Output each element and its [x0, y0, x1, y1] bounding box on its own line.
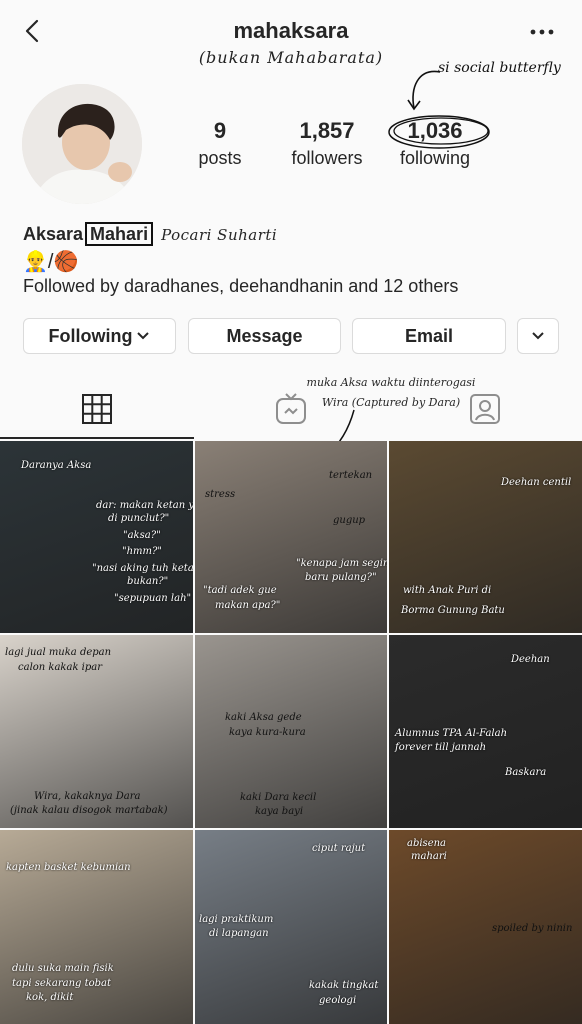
- post-caption: Baskara: [505, 767, 547, 778]
- post-thumbnail[interactable]: abisena mahari spoiled by ninin: [389, 830, 582, 1024]
- post-caption: kaki Dara kecil: [240, 792, 317, 803]
- post-caption: stress: [205, 489, 236, 500]
- post-caption: calon kakak ipar: [18, 662, 103, 673]
- bio-emoji-line: 👷‍♂️/🏀: [23, 251, 79, 273]
- grid-tab-icon[interactable]: [80, 392, 114, 426]
- post-caption: lagi jual muka depan: [5, 647, 112, 658]
- chevron-down-icon: [532, 332, 544, 340]
- post-thumbnail[interactable]: Daranya Aksa dar: makan ketan yuk di pun…: [0, 441, 193, 633]
- post-caption: tapi sekarang tobat: [12, 978, 112, 989]
- name-extra: Pocari Suharti: [161, 226, 278, 244]
- suggested-accounts-button[interactable]: [517, 318, 559, 354]
- post-caption: Wira, kakaknya Dara: [34, 791, 141, 802]
- post-caption: with Anak Puri di: [403, 585, 492, 596]
- profile-full-name: Aksara Mahari Pocari Suharti: [23, 222, 278, 246]
- post-caption: di punclut?": [108, 513, 170, 524]
- post-caption: baru pulang?": [305, 572, 377, 583]
- post-caption: di lapangan: [209, 928, 269, 939]
- tab-note-line1: muka Aksa waktu diinterogasi: [306, 376, 476, 389]
- followed-by-text[interactable]: Followed by daradhanes, deehandhanin and…: [23, 276, 458, 297]
- post-caption: (jinak kalau disogok martabak): [10, 805, 168, 816]
- post-caption: kakak tingkat: [309, 980, 379, 991]
- post-caption: kaya bayi: [255, 806, 304, 817]
- profile-username: mahaksara: [233, 18, 349, 43]
- avatar-portrait-image: [22, 84, 142, 204]
- post-thumbnail[interactable]: kaki Aksa gede kaya kura-kura kaki Dara …: [195, 635, 387, 828]
- followers-stat[interactable]: 1,857 followers: [277, 118, 377, 169]
- post-caption: "tadi adek gue: [203, 585, 277, 596]
- followers-count: 1,857: [299, 118, 355, 143]
- grid-tab-indicator: [0, 437, 194, 439]
- post-caption: dar: makan ketan yuk: [96, 500, 193, 511]
- post-caption: Alumnus TPA Al-Falah: [395, 728, 508, 739]
- post-caption: forever till jannah: [395, 742, 487, 753]
- posts-stat: 9 posts: [170, 118, 270, 169]
- following-button[interactable]: Following: [23, 318, 176, 354]
- post-thumbnail[interactable]: kapten basket kebumian dulu suka main fi…: [0, 830, 193, 1024]
- following-button-label: Following: [48, 325, 133, 346]
- posts-label: posts: [198, 148, 242, 168]
- post-thumbnail[interactable]: lagi jual muka depan calon kakak ipar Wi…: [0, 635, 193, 828]
- post-caption: "sepupuan lah": [114, 593, 192, 604]
- post-caption: kapten basket kebumian: [6, 862, 131, 873]
- post-caption: mahari: [411, 851, 447, 862]
- post-thumbnail[interactable]: Deehan Alumnus TPA Al-Falah forever till…: [389, 635, 582, 828]
- name-boxed: Mahari: [85, 222, 154, 246]
- post-caption: dulu suka main fisik: [12, 963, 114, 974]
- tagged-tab-icon[interactable]: [468, 392, 502, 426]
- message-button-label: Message: [226, 325, 303, 346]
- post-caption: "hmm?": [122, 546, 162, 557]
- post-caption: bukan?": [127, 576, 169, 587]
- post-caption: kok, dikit: [26, 992, 74, 1003]
- email-button-label: Email: [404, 325, 454, 346]
- posts-count: 9: [213, 118, 227, 143]
- post-thumbnail[interactable]: ciput rajut lagi praktikum di lapangan k…: [195, 830, 387, 1024]
- post-caption: makan apa?": [215, 600, 281, 611]
- butterfly-note: si social butterfly: [438, 60, 561, 76]
- post-caption: Deehan: [511, 654, 550, 665]
- post-caption: "aksa?": [123, 530, 161, 541]
- post-caption: gugup: [333, 515, 366, 526]
- scribble-circle-icon: [388, 115, 490, 149]
- post-caption: "kenapa jam segini: [296, 558, 387, 569]
- post-caption: abisena: [407, 838, 447, 849]
- post-caption: ciput rajut: [312, 843, 366, 854]
- post-caption: lagi praktikum: [199, 914, 274, 925]
- message-button[interactable]: Message: [188, 318, 341, 354]
- post-caption: geologi: [319, 995, 357, 1006]
- post-caption: Deehan centil: [501, 477, 572, 488]
- more-options-icon[interactable]: [527, 20, 557, 44]
- post-caption: Daranya Aksa: [21, 460, 92, 471]
- post-caption: Borma Gunung Batu: [401, 605, 505, 616]
- post-caption: "nasi aking tuh ketan: [92, 563, 193, 574]
- post-caption: kaki Aksa gede: [225, 712, 302, 723]
- curved-arrow-icon: [407, 70, 441, 111]
- post-caption: tertekan: [329, 470, 373, 481]
- profile-avatar[interactable]: [22, 84, 142, 204]
- igtv-tab-icon[interactable]: [274, 392, 308, 426]
- post-thumbnail[interactable]: stress tertekan gugup "kenapa jam segini…: [195, 441, 387, 633]
- email-button[interactable]: Email: [352, 318, 506, 354]
- followers-label: followers: [291, 148, 363, 168]
- post-caption: spoiled by ninin: [492, 923, 573, 934]
- chevron-down-icon: [137, 332, 150, 340]
- post-thumbnail[interactable]: Deehan centil with Anak Puri di Borma Gu…: [389, 441, 582, 633]
- post-caption: kaya kura-kura: [229, 727, 306, 738]
- name-first: Aksara: [23, 224, 84, 244]
